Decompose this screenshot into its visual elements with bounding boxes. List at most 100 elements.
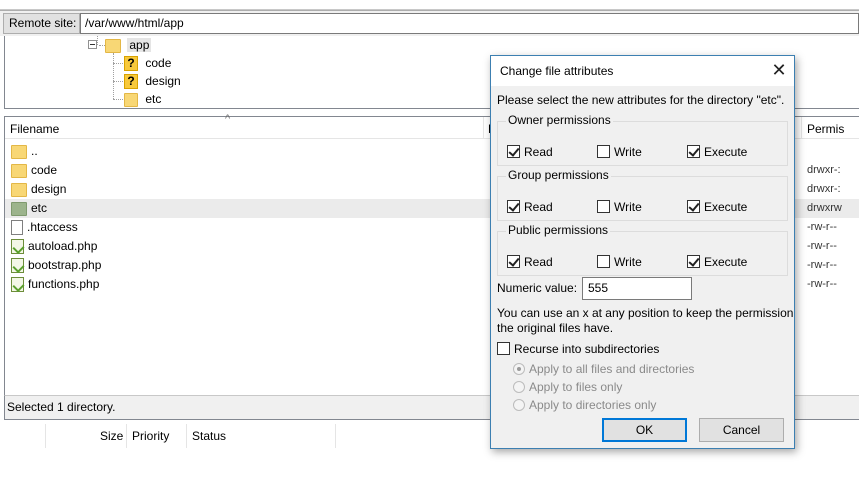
dialog-title: Change file attributes bbox=[500, 64, 614, 78]
file-permissions: drwxr-: bbox=[807, 164, 841, 176]
owner-write-checkbox[interactable]: Write bbox=[597, 145, 642, 159]
public-execute-checkbox[interactable]: Execute bbox=[687, 255, 747, 269]
group-read-checkbox[interactable]: Read bbox=[507, 200, 553, 214]
checkbox-label: Read bbox=[524, 200, 553, 214]
folder-icon bbox=[11, 144, 27, 159]
radio-icon bbox=[513, 399, 525, 411]
checkbox-checked-icon bbox=[507, 255, 520, 268]
radio-label: Apply to all files and directories bbox=[529, 362, 695, 376]
tree-item-etc[interactable]: etc bbox=[124, 90, 161, 108]
dialog-prompt: Please select the new attributes for the… bbox=[497, 93, 785, 107]
checkbox-icon bbox=[597, 145, 610, 158]
close-icon[interactable]: ✕ bbox=[769, 60, 789, 80]
checkbox-label: Recurse into subdirectories bbox=[514, 342, 660, 356]
folder-icon bbox=[11, 201, 27, 216]
checkbox-label: Execute bbox=[704, 255, 748, 269]
tree-item-design[interactable]: ? design bbox=[124, 72, 181, 90]
checkbox-checked-icon bbox=[507, 200, 520, 213]
file-name: design bbox=[31, 182, 67, 196]
file-name: functions.php bbox=[28, 277, 100, 291]
collapse-icon[interactable] bbox=[88, 40, 97, 49]
owner-execute-checkbox[interactable]: Execute bbox=[687, 145, 747, 159]
checkbox-label: Execute bbox=[704, 145, 748, 159]
file-permissions: -rw-r-- bbox=[807, 221, 837, 233]
question-folder-icon: ? bbox=[124, 74, 138, 90]
group-permissions-group: Group permissions Read Write Execute bbox=[497, 168, 788, 221]
tree-connector bbox=[113, 63, 123, 64]
queue-column-priority[interactable]: Priority bbox=[127, 424, 169, 448]
owner-permissions-group: Owner permissions Read Write Execute bbox=[497, 113, 788, 166]
file-name: etc bbox=[31, 201, 48, 215]
queue-column-size[interactable]: Size bbox=[95, 424, 123, 448]
column-separator bbox=[335, 424, 336, 448]
question-folder-icon: ? bbox=[124, 56, 138, 72]
tree-item-label: app bbox=[127, 38, 152, 52]
file-permissions: -rw-r-- bbox=[807, 278, 837, 290]
tree-connector bbox=[113, 99, 123, 100]
apply-directories-only-radio[interactable]: Apply to directories only bbox=[513, 398, 656, 412]
public-permissions-group: Public permissions Read Write Execute bbox=[497, 223, 788, 276]
checkbox-label: Write bbox=[614, 255, 642, 269]
group-label: Owner permissions bbox=[506, 113, 613, 127]
php-file-icon bbox=[11, 239, 24, 255]
checkbox-label: Read bbox=[524, 255, 553, 269]
file-permissions: drwxr-: bbox=[807, 183, 841, 195]
tree-item-code[interactable]: ? code bbox=[124, 54, 171, 72]
column-permissions[interactable]: Permis bbox=[802, 117, 844, 139]
checkbox-icon bbox=[597, 200, 610, 213]
sort-ascending-icon: ^ bbox=[225, 113, 231, 125]
file-permissions: drwxrw bbox=[807, 202, 842, 214]
checkbox-checked-icon bbox=[687, 145, 700, 158]
public-write-checkbox[interactable]: Write bbox=[597, 255, 642, 269]
group-write-checkbox[interactable]: Write bbox=[597, 200, 642, 214]
file-name: autoload.php bbox=[28, 239, 98, 253]
recurse-subdirectories-checkbox[interactable]: Recurse into subdirectories bbox=[497, 342, 659, 356]
numeric-hint-line2: the original files have. bbox=[497, 321, 614, 335]
php-file-icon bbox=[11, 258, 24, 274]
tree-connector bbox=[113, 53, 114, 99]
group-label: Public permissions bbox=[506, 223, 611, 237]
dialog-title-bar[interactable]: Change file attributes ✕ bbox=[491, 56, 794, 86]
checkbox-icon bbox=[597, 255, 610, 268]
ok-button[interactable]: OK bbox=[602, 418, 687, 442]
tree-item-label: code bbox=[145, 56, 172, 70]
public-read-checkbox[interactable]: Read bbox=[507, 255, 553, 269]
numeric-value-input[interactable]: 555 bbox=[582, 277, 692, 300]
radio-label: Apply to files only bbox=[529, 380, 623, 394]
change-attributes-dialog: Change file attributes ✕ Please select t… bbox=[490, 55, 795, 449]
tree-item-app[interactable]: app bbox=[105, 36, 152, 54]
cancel-button[interactable]: Cancel bbox=[699, 418, 784, 442]
checkbox-label: Read bbox=[524, 145, 553, 159]
checkbox-checked-icon bbox=[687, 255, 700, 268]
checkbox-icon bbox=[497, 342, 510, 355]
file-name: .. bbox=[31, 144, 38, 158]
remote-site-label: Remote site: bbox=[3, 13, 80, 34]
tree-connector bbox=[97, 36, 98, 45]
radio-label: Apply to directories only bbox=[529, 398, 657, 412]
folder-icon bbox=[11, 163, 27, 178]
queue-column-status[interactable]: Status bbox=[187, 424, 226, 448]
numeric-hint-line1: You can use an x at any position to keep… bbox=[497, 306, 794, 320]
file-permissions: -rw-r-- bbox=[807, 259, 837, 271]
file-icon bbox=[11, 220, 23, 236]
tree-connector bbox=[113, 81, 123, 82]
apply-files-only-radio[interactable]: Apply to files only bbox=[513, 380, 622, 394]
folder-icon bbox=[11, 182, 27, 197]
checkbox-label: Execute bbox=[704, 200, 748, 214]
owner-read-checkbox[interactable]: Read bbox=[507, 145, 553, 159]
file-name: bootstrap.php bbox=[28, 258, 102, 272]
radio-icon bbox=[513, 381, 525, 393]
group-execute-checkbox[interactable]: Execute bbox=[687, 200, 747, 214]
folder-icon bbox=[124, 92, 138, 107]
tree-item-label: etc bbox=[145, 92, 162, 106]
file-name: code bbox=[31, 163, 58, 177]
numeric-value-label: Numeric value: bbox=[497, 281, 578, 295]
apply-all-radio[interactable]: Apply to all files and directories bbox=[513, 362, 694, 376]
file-permissions: -rw-r-- bbox=[807, 240, 837, 252]
column-filename[interactable]: Filename bbox=[5, 117, 59, 139]
checkbox-checked-icon bbox=[507, 145, 520, 158]
file-name: .htaccess bbox=[27, 220, 78, 234]
column-separator bbox=[45, 424, 46, 448]
group-label: Group permissions bbox=[506, 168, 611, 182]
remote-path-input[interactable]: /var/www/html/app bbox=[80, 13, 859, 34]
